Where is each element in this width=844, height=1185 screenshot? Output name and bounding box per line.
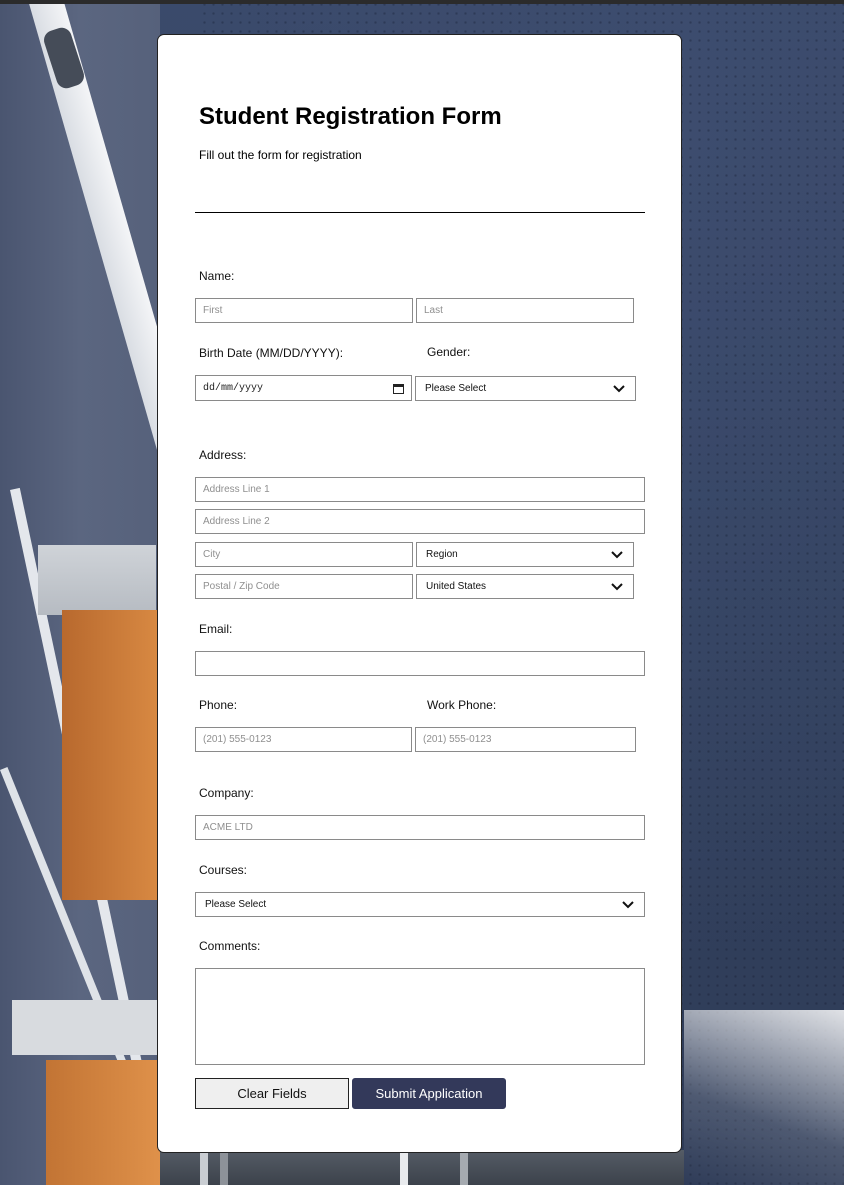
comments-textarea[interactable]	[195, 968, 645, 1065]
form-subtitle: Fill out the form for registration	[199, 148, 362, 162]
work-phone-label: Work Phone:	[427, 698, 497, 712]
gender-select[interactable]: Please Select	[415, 376, 636, 401]
courses-select-value: Please Select	[205, 899, 267, 910]
birth-date-value: dd/mm/yyyy	[203, 382, 264, 394]
company-input[interactable]	[195, 815, 645, 840]
postal-code-input[interactable]	[195, 574, 413, 599]
region-select[interactable]: Region	[416, 542, 634, 567]
header-divider	[195, 212, 645, 213]
courses-select[interactable]: Please Select	[195, 892, 645, 917]
submit-application-button[interactable]: Submit Application	[352, 1078, 506, 1109]
email-label: Email:	[199, 622, 233, 636]
chevron-down-icon	[611, 582, 623, 590]
chevron-down-icon	[613, 384, 625, 392]
email-input[interactable]	[195, 651, 645, 676]
address-line-2-input[interactable]	[195, 509, 645, 534]
name-label: Name:	[199, 269, 235, 283]
phone-label: Phone:	[199, 698, 238, 712]
gender-select-value: Please Select	[425, 383, 487, 394]
first-name-input[interactable]	[195, 298, 413, 323]
country-select-value: United States	[426, 581, 487, 592]
address-line-1-input[interactable]	[195, 477, 645, 502]
city-input[interactable]	[195, 542, 413, 567]
chevron-down-icon	[622, 900, 634, 908]
address-label: Address:	[199, 448, 247, 462]
work-phone-input[interactable]	[415, 727, 636, 752]
clear-fields-button[interactable]: Clear Fields	[195, 1078, 349, 1109]
chevron-down-icon	[611, 550, 623, 558]
registration-form-card: Student Registration Form Fill out the f…	[157, 34, 682, 1153]
calendar-icon[interactable]	[393, 383, 404, 394]
last-name-input[interactable]	[416, 298, 634, 323]
phone-input[interactable]	[195, 727, 412, 752]
courses-label: Courses:	[199, 863, 248, 877]
company-label: Company:	[199, 786, 254, 800]
birth-date-label: Birth Date (MM/DD/YYYY):	[199, 346, 344, 360]
comments-label: Comments:	[199, 939, 261, 953]
country-select[interactable]: United States	[416, 574, 634, 599]
birth-date-input[interactable]: dd/mm/yyyy	[195, 375, 412, 401]
form-title: Student Registration Form	[199, 103, 502, 130]
gender-label: Gender:	[427, 345, 471, 359]
region-select-value: Region	[426, 549, 458, 560]
